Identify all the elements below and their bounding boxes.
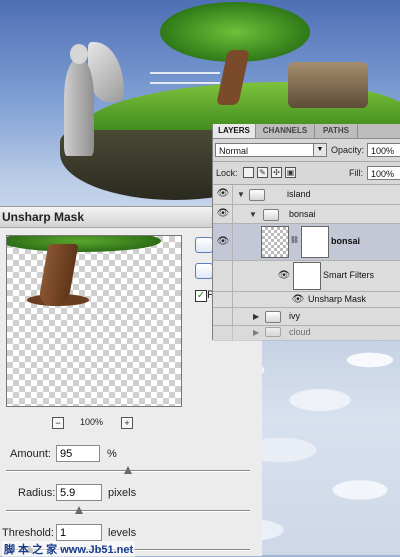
- tab-paths[interactable]: PATHS: [315, 124, 358, 138]
- amount-label: Amount:: [10, 448, 51, 460]
- preview-checkbox[interactable]: ✓: [195, 290, 207, 302]
- layer-name: Unsharp Mask: [308, 294, 367, 304]
- eye-icon[interactable]: 👁: [291, 294, 305, 306]
- layer-row-smart-filters[interactable]: 👁 Smart Filters: [213, 261, 400, 292]
- threshold-input[interactable]: 1: [56, 524, 102, 541]
- lock-row: Lock: ✎ ✣ ▣ Fill: 100%: [213, 162, 400, 185]
- zoom-level: 100%: [80, 417, 104, 427]
- cancel-button[interactable]: [195, 263, 213, 279]
- fill-input[interactable]: 100%: [367, 166, 400, 180]
- lock-all-icon[interactable]: ▣: [285, 167, 296, 178]
- panel-tabs: LAYERS CHANNELS PATHS: [213, 124, 400, 139]
- folder-icon: [265, 311, 281, 323]
- layer-thumbnail[interactable]: [261, 226, 289, 258]
- dialog-title: Unsharp Mask: [2, 210, 85, 224]
- layer-name: Smart Filters: [323, 270, 375, 280]
- radius-label: Radius:: [18, 487, 56, 499]
- amount-input[interactable]: 95: [56, 445, 100, 462]
- layer-row-cloud[interactable]: ▶ cloud: [213, 326, 400, 341]
- radius-slider-track[interactable]: [6, 510, 250, 512]
- blend-mode-value: Normal: [219, 146, 249, 156]
- radius-unit: pixels: [108, 487, 137, 499]
- fill-label: Fill:: [349, 168, 363, 178]
- eye-icon[interactable]: 👁: [277, 270, 291, 282]
- tab-channels[interactable]: CHANNELS: [256, 124, 315, 138]
- stone-ruin: [288, 62, 368, 108]
- lock-label: Lock:: [216, 168, 238, 178]
- lock-position-icon[interactable]: ✣: [271, 167, 282, 178]
- opacity-label: Opacity:: [331, 145, 365, 155]
- layer-name: cloud: [289, 327, 311, 337]
- layer-mask-thumbnail[interactable]: [301, 226, 329, 258]
- layer-name: ivy: [289, 311, 300, 321]
- folder-icon: [263, 209, 279, 221]
- blend-mode-select[interactable]: Normal ▼: [215, 143, 327, 157]
- collapsed-triangle-icon[interactable]: ▶: [253, 328, 259, 337]
- chevron-down-icon: ▼: [313, 144, 326, 156]
- ok-button[interactable]: [195, 237, 213, 253]
- folder-icon: [265, 327, 281, 337]
- opacity-input[interactable]: 100%: [367, 143, 400, 157]
- layer-name: bonsai: [331, 236, 361, 246]
- collapsed-triangle-icon[interactable]: ▶: [253, 312, 259, 321]
- zoom-out-button[interactable]: −: [52, 417, 64, 429]
- eye-icon[interactable]: 👁: [216, 188, 230, 200]
- eye-icon[interactable]: 👁: [216, 208, 230, 220]
- filter-mask-thumbnail[interactable]: [293, 262, 321, 290]
- layer-name: bonsai: [289, 209, 316, 219]
- layer-row-unsharp-mask[interactable]: 👁 Unsharp Mask: [213, 292, 400, 308]
- layer-row-ivy[interactable]: ▶ ivy: [213, 308, 400, 326]
- zoom-in-button[interactable]: +: [121, 417, 133, 429]
- layer-row-bonsai-group[interactable]: 👁 ▼ bonsai: [213, 205, 400, 224]
- amount-unit: %: [107, 448, 117, 460]
- threshold-label: Threshold:: [2, 527, 54, 539]
- amount-slider-thumb[interactable]: [124, 466, 132, 474]
- layer-row-bonsai-smart[interactable]: 👁 ⛓ bonsai: [213, 224, 400, 261]
- radius-input[interactable]: 5.9: [56, 484, 102, 501]
- expand-triangle-icon[interactable]: ▼: [249, 210, 257, 219]
- threshold-unit: levels: [108, 527, 137, 539]
- fence: [150, 72, 220, 84]
- tab-layers[interactable]: LAYERS: [213, 124, 256, 138]
- radius-slider-thumb[interactable]: [75, 506, 84, 514]
- blend-row: Normal ▼ Opacity: 100%: [213, 139, 400, 162]
- filter-preview[interactable]: [6, 235, 182, 407]
- expand-triangle-icon[interactable]: ▼: [237, 190, 245, 199]
- link-icon[interactable]: ⛓: [290, 236, 299, 244]
- layer-name: island: [287, 189, 311, 199]
- lock-pixels-icon[interactable]: ✎: [257, 167, 268, 178]
- layer-row-island[interactable]: 👁 ▼ island: [213, 185, 400, 205]
- eye-icon[interactable]: 👁: [216, 236, 230, 248]
- layers-panel: LAYERS CHANNELS PATHS Normal ▼ Opacity: …: [212, 124, 400, 341]
- lock-transparency-icon[interactable]: [243, 167, 254, 178]
- angel-statue: [38, 38, 124, 158]
- folder-icon: [249, 189, 265, 201]
